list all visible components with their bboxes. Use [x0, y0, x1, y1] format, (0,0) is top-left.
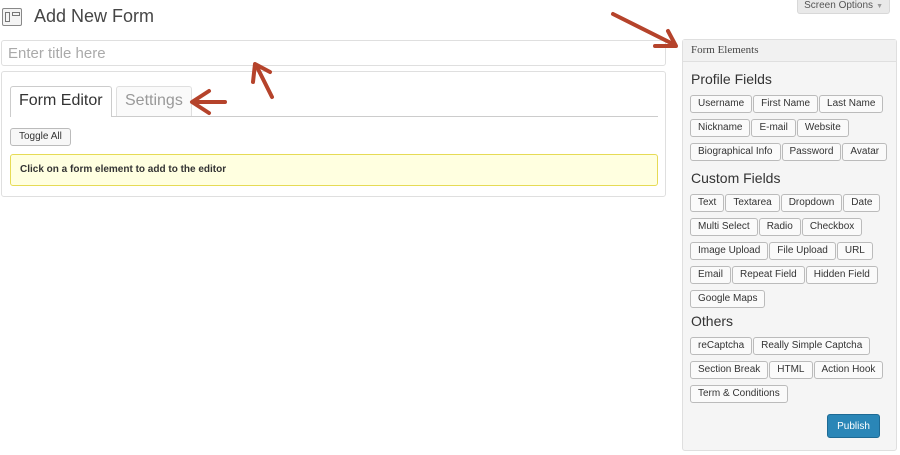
field-button-nickname[interactable]: Nickname: [690, 119, 751, 137]
field-button-image-upload[interactable]: Image Upload: [690, 242, 769, 260]
field-button-hidden-field[interactable]: Hidden Field: [805, 266, 878, 284]
tab-settings[interactable]: Settings: [116, 86, 192, 116]
title-input[interactable]: [2, 41, 665, 65]
screen-options-label: Screen Options: [804, 0, 874, 11]
editor-notice: Click on a form element to add to the ed…: [10, 154, 658, 186]
publish-button[interactable]: Publish: [827, 414, 880, 438]
form-page-icon: [2, 8, 22, 26]
field-button-file-upload[interactable]: File Upload: [769, 242, 836, 260]
field-button-first-name[interactable]: First Name: [753, 95, 819, 113]
field-button-email[interactable]: E-mail: [751, 119, 796, 137]
field-button-html[interactable]: HTML: [769, 361, 813, 379]
field-button-url[interactable]: URL: [836, 242, 873, 260]
field-button-username[interactable]: Username: [690, 95, 753, 113]
custom-fields-heading: Custom Fields: [691, 170, 781, 186]
caret-down-icon: ▼: [876, 3, 883, 10]
page-title: Add New Form: [34, 6, 155, 26]
form-elements-panel: Form Elements Profile Fields Username Fir…: [682, 39, 897, 451]
field-button-dropdown[interactable]: Dropdown: [780, 194, 843, 212]
tab-form-editor[interactable]: Form Editor: [10, 86, 112, 117]
field-button-date[interactable]: Date: [843, 194, 881, 212]
field-button-action-hook[interactable]: Action Hook: [813, 361, 884, 379]
field-button-biographical-info[interactable]: Biographical Info: [690, 143, 781, 161]
field-button-google-maps[interactable]: Google Maps: [690, 290, 766, 308]
field-button-repeat-field[interactable]: Repeat Field: [732, 266, 805, 284]
field-button-website[interactable]: Website: [796, 119, 849, 137]
profile-fields-group: Username First Name Last Name Nickname E-mai…: [690, 93, 896, 165]
field-button-radio[interactable]: Radio: [758, 218, 801, 236]
field-button-last-name[interactable]: Last Name: [819, 95, 884, 113]
title-field: [1, 40, 666, 66]
form-editor-box: Form Editor Settings Toggle All Click on…: [1, 71, 666, 197]
screen-options-button[interactable]: Screen Options ▼: [797, 0, 890, 14]
panel-title: Form Elements: [683, 40, 896, 62]
field-button-section-break[interactable]: Section Break: [690, 361, 769, 379]
field-button-password[interactable]: Password: [781, 143, 842, 161]
field-button-multi-select[interactable]: Multi Select: [690, 218, 758, 236]
field-button-textarea[interactable]: Textarea: [725, 194, 780, 212]
field-button-term-conditions[interactable]: Term & Conditions: [690, 385, 788, 403]
editor-tabs: Form Editor Settings: [10, 86, 658, 117]
field-button-text[interactable]: Text: [690, 194, 725, 212]
others-heading: Others: [691, 313, 734, 329]
custom-fields-group: Text Textarea Dropdown Date Multi Select Radi…: [690, 192, 896, 312]
others-group: reCaptcha Really Simple Captcha Section Br…: [690, 335, 896, 407]
field-button-email-custom[interactable]: Email: [690, 266, 732, 284]
field-button-avatar[interactable]: Avatar: [842, 143, 888, 161]
field-button-checkbox[interactable]: Checkbox: [801, 218, 863, 236]
field-button-really-simple-captcha[interactable]: Really Simple Captcha: [753, 337, 871, 355]
profile-fields-heading: Profile Fields: [691, 71, 772, 87]
field-button-recaptcha[interactable]: reCaptcha: [690, 337, 753, 355]
toggle-all-button[interactable]: Toggle All: [10, 128, 71, 146]
